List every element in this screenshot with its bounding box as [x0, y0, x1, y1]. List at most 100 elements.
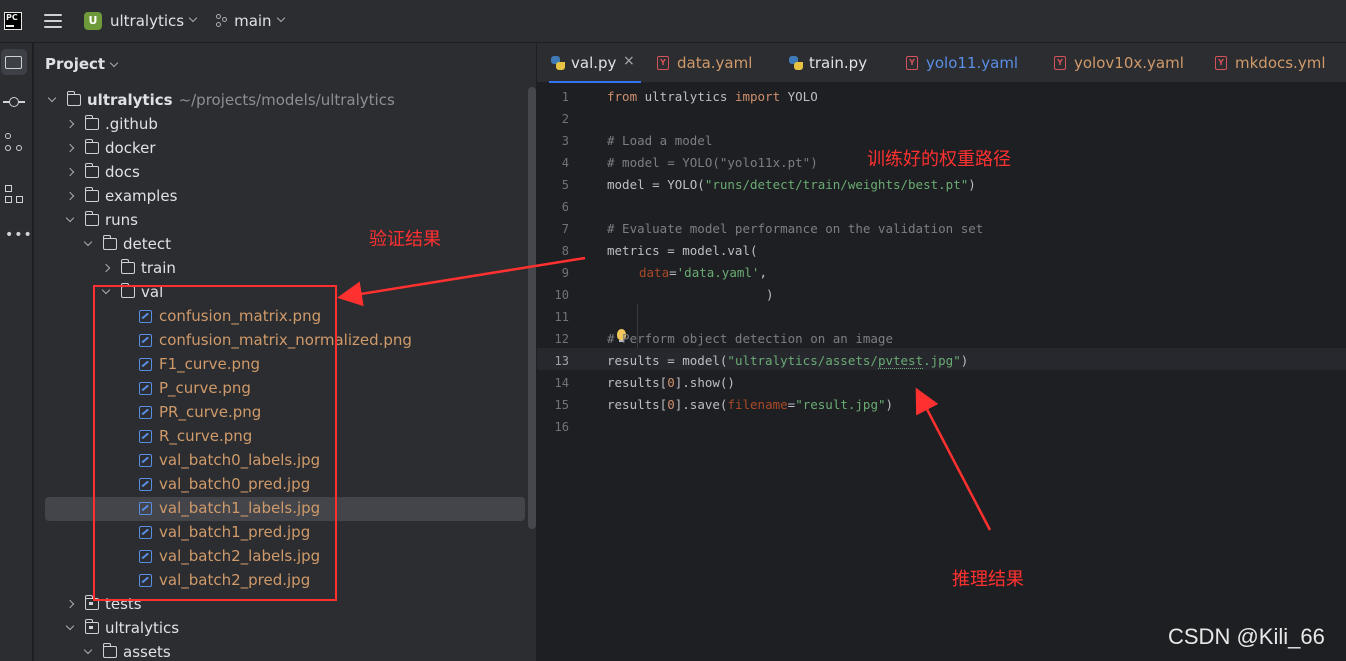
- tab-label: yolov10x.yaml: [1074, 54, 1184, 72]
- chevron-down-icon[interactable]: [188, 13, 198, 23]
- project-panel-title[interactable]: Project: [45, 55, 119, 73]
- chevron-down-icon[interactable]: [65, 621, 75, 631]
- tree-item-label: PR_curve.png: [159, 403, 262, 421]
- pycharm-logo-icon[interactable]: PC: [4, 12, 22, 30]
- tree-file-item[interactable]: val_batch0_pred.jpg: [45, 473, 525, 497]
- tree-item-label: val: [141, 283, 164, 301]
- tree-file-item[interactable]: PR_curve.png: [45, 401, 525, 425]
- commit-tool-button[interactable]: [1, 89, 27, 115]
- tree-file-item[interactable]: val_batch2_labels.jpg: [45, 545, 525, 569]
- tab-yolov10x-yaml[interactable]: Yyolov10x.yaml: [1052, 43, 1184, 83]
- package-folder-icon: [84, 595, 99, 610]
- line-number[interactable]: 1: [547, 90, 569, 104]
- folder-icon: [120, 259, 135, 274]
- yaml-file-icon: Y: [1215, 56, 1227, 70]
- chevron-right-icon[interactable]: [65, 191, 75, 201]
- line-number[interactable]: 11: [547, 310, 569, 324]
- chevron-right-icon[interactable]: [101, 263, 111, 273]
- line-number[interactable]: 13: [547, 354, 569, 368]
- pull-requests-tool-button[interactable]: [1, 129, 27, 155]
- line-number[interactable]: 3: [547, 134, 569, 148]
- tree-file-item[interactable]: F1_curve.png: [45, 353, 525, 377]
- tree-item-label: docs: [105, 163, 140, 181]
- chevron-down-icon[interactable]: [83, 645, 93, 655]
- structure-tool-button[interactable]: [1, 181, 27, 207]
- chevron-down-icon[interactable]: [109, 58, 119, 68]
- project-badge-icon[interactable]: U: [84, 12, 102, 30]
- tab-mkdocs-yml[interactable]: Ymkdocs.yml: [1213, 43, 1325, 83]
- tree-file-item[interactable]: confusion_matrix.png: [45, 305, 525, 329]
- code-line-4: # model = YOLO("yolo11x.pt"): [607, 155, 818, 170]
- line-number[interactable]: 8: [547, 244, 569, 258]
- chevron-right-icon[interactable]: [65, 143, 75, 153]
- tree-file-item[interactable]: val_batch0_labels.jpg: [45, 449, 525, 473]
- line-number[interactable]: 12: [547, 332, 569, 346]
- tree-file-item[interactable]: R_curve.png: [45, 425, 525, 449]
- tree-item-label: val_batch0_pred.jpg: [159, 475, 311, 493]
- chevron-down-icon[interactable]: [83, 237, 93, 247]
- code-line-15: results[0].save(filename="result.jpg"): [607, 397, 894, 412]
- chevron-right-icon[interactable]: [65, 119, 75, 129]
- tree-item-label: val_batch2_pred.jpg: [159, 571, 311, 589]
- tree-folder-item[interactable]: detect: [45, 233, 525, 257]
- tab-data-yaml[interactable]: Ydata.yaml: [655, 43, 765, 83]
- tree-file-item[interactable]: val_batch1_labels.jpg: [45, 497, 525, 521]
- tree-file-item[interactable]: val_batch2_pred.jpg: [45, 569, 525, 593]
- tab-yolo11-yaml[interactable]: Yyolo11.yaml: [904, 43, 1018, 83]
- chevron-down-icon[interactable]: [276, 13, 285, 23]
- image-file-icon: [139, 478, 152, 491]
- tab-label: train.py: [809, 54, 868, 72]
- chevron-down-icon[interactable]: [101, 285, 111, 295]
- tree-folder-item[interactable]: train: [45, 257, 525, 281]
- tree-file-item[interactable]: confusion_matrix_normalized.png: [45, 329, 525, 353]
- tab-train-py[interactable]: train.py: [787, 43, 897, 83]
- chevron-down-icon[interactable]: [65, 213, 75, 223]
- tree-folder-item[interactable]: ultralytics ~/projects/models/ultralytics: [45, 89, 525, 113]
- tree-folder-item[interactable]: ultralytics: [45, 617, 525, 641]
- close-tab-icon[interactable]: ×: [623, 53, 635, 69]
- tool-window-bar: •••: [0, 43, 33, 661]
- line-gutter[interactable]: 1 2 3 4 5 6 7 8 9 10 11 12 13 14 15 16: [537, 84, 605, 661]
- tree-folder-item[interactable]: runs: [45, 209, 525, 233]
- line-number[interactable]: 14: [547, 376, 569, 390]
- structure-icon: [5, 185, 12, 192]
- line-number[interactable]: 4: [547, 156, 569, 170]
- tree-file-item[interactable]: val_batch1_pred.jpg: [45, 521, 525, 545]
- main-menu-icon[interactable]: [44, 14, 62, 28]
- folder-icon: [66, 91, 81, 106]
- project-tool-button[interactable]: [1, 49, 27, 75]
- project-selector[interactable]: ultralytics: [110, 12, 184, 30]
- tree-folder-item[interactable]: examples: [45, 185, 525, 209]
- tree-scrollbar[interactable]: [528, 87, 536, 529]
- tree-folder-item[interactable]: docs: [45, 161, 525, 185]
- folder-icon: [84, 211, 99, 226]
- tab-val-py[interactable]: val.py ×: [549, 43, 641, 83]
- line-number[interactable]: 5: [547, 178, 569, 192]
- code-line-13: results = model("ultralytics/assets/pvte…: [607, 353, 969, 369]
- branch-icon[interactable]: [216, 14, 228, 28]
- tree-folder-item[interactable]: .github: [45, 113, 525, 137]
- tree-item-label: assets: [123, 643, 171, 661]
- tree-item-label: val_batch2_labels.jpg: [159, 547, 321, 565]
- line-number[interactable]: 10: [547, 288, 569, 302]
- chevron-down-icon[interactable]: [47, 93, 57, 103]
- tree-file-item[interactable]: P_curve.png: [45, 377, 525, 401]
- line-number[interactable]: 7: [547, 222, 569, 236]
- line-number[interactable]: 9: [547, 266, 569, 280]
- tree-folder-item[interactable]: docker: [45, 137, 525, 161]
- tree-folder-item[interactable]: val: [45, 281, 525, 305]
- tab-label: val.py: [571, 54, 617, 72]
- line-number[interactable]: 2: [547, 112, 569, 126]
- title-bar: PC U ultralytics main: [0, 0, 1346, 43]
- tree-folder-item[interactable]: tests: [45, 593, 525, 617]
- chevron-right-icon[interactable]: [65, 167, 75, 177]
- branch-selector[interactable]: main: [234, 12, 271, 30]
- line-number[interactable]: 15: [547, 398, 569, 412]
- chevron-right-icon[interactable]: [65, 599, 75, 609]
- pull-request-icon: [5, 133, 11, 139]
- validation-result-annotation: 验证结果: [369, 229, 441, 250]
- line-number[interactable]: 6: [547, 200, 569, 214]
- tree-folder-item[interactable]: assets: [45, 641, 525, 661]
- more-tools-button[interactable]: •••: [1, 221, 32, 247]
- line-number[interactable]: 16: [547, 420, 569, 434]
